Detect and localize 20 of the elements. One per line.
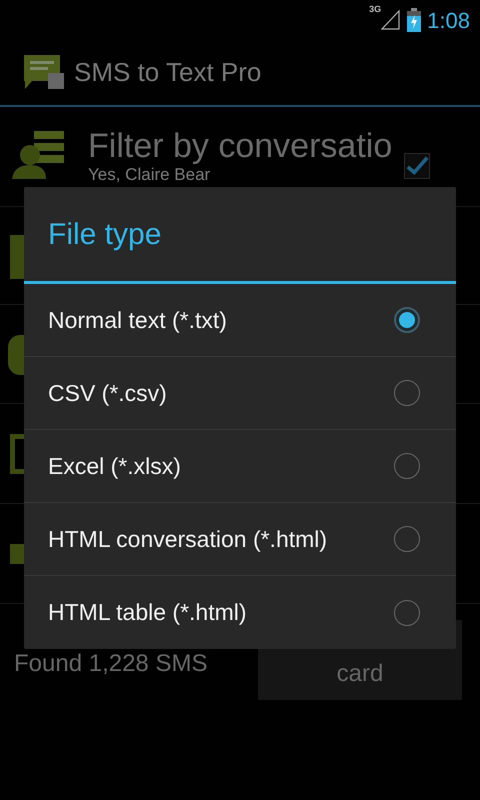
app-title: SMS to Text Pro	[74, 56, 262, 89]
radio-button[interactable]	[394, 453, 420, 479]
file-type-option[interactable]: Excel (*.xlsx)	[24, 430, 456, 503]
battery-icon	[407, 8, 422, 32]
sms-count: Found 1,228 SMS	[14, 649, 208, 679]
radio-button[interactable]	[394, 307, 420, 333]
contact-list-icon	[12, 131, 64, 179]
app-icon	[22, 54, 66, 90]
checkbox[interactable]	[404, 153, 430, 179]
radio-button[interactable]	[394, 380, 420, 406]
setting-summary: Yes, Claire Bear	[88, 165, 212, 185]
dialog-title: File type	[48, 216, 162, 252]
radio-button[interactable]	[394, 600, 420, 626]
signal-icon	[381, 9, 402, 31]
file-type-option[interactable]: Normal text (*.txt)	[24, 284, 456, 357]
radio-button[interactable]	[394, 526, 420, 552]
clock: 1:08	[427, 6, 470, 34]
file-type-option[interactable]: CSV (*.csv)	[24, 357, 456, 430]
file-type-option[interactable]: HTML conversation (*.html)	[24, 503, 456, 576]
network-label: 3G	[369, 5, 382, 14]
